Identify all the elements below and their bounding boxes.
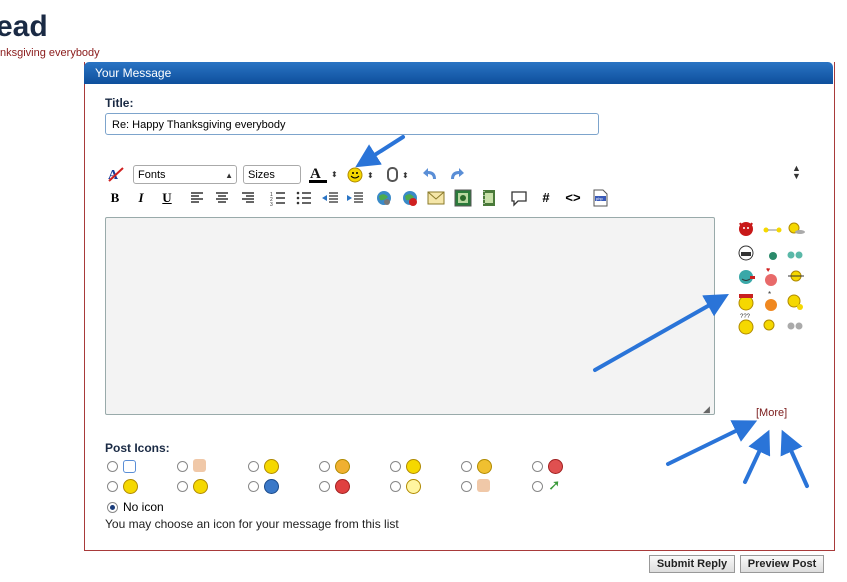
attachment-button[interactable]: ⬍ [385,165,413,185]
svg-text:php: php [596,196,603,201]
indent-icon[interactable] [346,190,364,211]
italic-button[interactable]: I [133,189,149,207]
no-icon-radio[interactable] [107,502,118,513]
smilie-eyes-icon [787,322,803,330]
align-left-icon[interactable] [189,190,205,211]
post-icons-label: Post Icons: [105,441,170,455]
smilie-wave-icon [788,222,805,234]
preview-post-button[interactable]: Preview Post [740,555,824,573]
svg-text:♥: ♥ [766,267,770,274]
size-select[interactable]: Sizes [243,165,301,184]
document-icon [123,460,136,473]
insert-video-icon[interactable] [481,189,497,212]
post-icon-radio[interactable] [107,461,118,472]
unordered-list-icon[interactable] [296,190,312,211]
frown-icon [477,459,492,474]
no-icon-label: No icon [123,500,164,514]
size-select-value: Sizes [248,169,275,181]
redo-icon[interactable] [447,165,465,183]
smilie-button[interactable]: ⬍ [346,165,378,185]
smilie-pair-icon [787,251,803,259]
font-select-value: Fonts [138,169,166,181]
svg-text:3: 3 [270,202,273,206]
align-center-icon[interactable] [214,190,230,211]
post-icon-radio[interactable] [390,481,401,492]
post-icon-radio[interactable] [532,481,543,492]
remove-link-icon[interactable] [401,189,419,212]
post-icon-radio[interactable] [461,461,472,472]
svg-text:*: * [768,290,771,299]
outdent-icon[interactable] [321,190,339,211]
post-icons-help: You may choose an icon for your message … [105,517,399,531]
underline-button[interactable]: U [159,189,175,207]
insert-email-icon[interactable] [427,191,445,210]
post-icon-radio[interactable] [177,461,188,472]
title-label: Title: [105,96,134,110]
svg-text:⬍: ⬍ [331,170,338,179]
post-icon-radio[interactable] [390,461,401,472]
more-smilies-link[interactable]: [More] [756,407,787,419]
smilie-grin-icon [738,245,754,261]
svg-text:⬍: ⬍ [367,171,374,180]
insert-image-icon[interactable] [454,189,472,212]
svg-text:A: A [310,166,321,182]
bold-button[interactable]: B [107,189,123,207]
smilie-chain-icon [763,227,782,233]
post-icon-radio[interactable] [107,481,118,492]
panel-header: Your Message [84,62,833,84]
smilie-blush-icon [763,319,775,331]
smilie-tongue-icon [739,270,755,284]
smilie-spark-icon: * [765,290,777,311]
smilie-side-icon [788,270,804,282]
smilie-green-icon [769,252,777,260]
exclamation-icon [335,479,350,494]
smilie-devil-icon [739,222,753,236]
undo-icon[interactable] [422,165,440,183]
post-icon-radio[interactable] [319,461,330,472]
post-icon-radio[interactable] [461,481,472,492]
smilie-worried-icon [787,294,803,310]
post-icon-radio[interactable] [177,481,188,492]
resize-toolbar-icon[interactable]: ▲ ▼ [792,164,806,184]
thumbs-down-icon [193,459,206,472]
wink-icon [335,459,350,474]
svg-text:⬍: ⬍ [402,171,409,180]
page-title: ead [0,10,48,43]
smilie-cowboy-icon [738,294,754,311]
thumbs-up-icon [477,479,490,492]
remove-format-icon[interactable]: A [107,165,125,183]
message-editor[interactable] [105,217,715,415]
insert-link-icon[interactable] [375,189,393,212]
smilie-grid: ♥ * ??? [738,220,808,341]
arrow-icon: ➚ [548,477,561,494]
smile-icon [264,459,279,474]
post-icon-radio[interactable] [248,461,259,472]
smilie-love-icon: ♥ [765,267,777,286]
post-icon-radio[interactable] [248,481,259,492]
angry-icon [548,459,563,474]
grin-icon [406,459,421,474]
submit-reply-button[interactable]: Submit Reply [649,555,735,573]
title-input[interactable]: Re: Happy Thanksgiving everybody [105,113,599,135]
php-code-icon[interactable]: php [592,189,608,212]
select-arrows-icon: ▲ [225,171,233,180]
font-select[interactable]: Fonts ▲ [133,165,237,184]
smilie-confused-icon: ??? [738,314,754,335]
wrap-hash-button[interactable]: # [538,189,554,207]
question-icon [264,479,279,494]
svg-text:???: ??? [740,314,751,320]
post-icon-radio[interactable] [319,481,330,492]
thread-subtitle: nksgiving everybody [0,47,100,59]
quote-icon[interactable] [510,189,528,212]
text-color-button[interactable]: A ⬍ [308,164,340,184]
align-right-icon[interactable] [240,190,256,211]
post-icon-radio[interactable] [532,461,543,472]
lightbulb-icon [406,479,421,494]
resize-handle-icon[interactable]: ◢ [703,404,710,415]
cool-icon [193,479,208,494]
ordered-list-icon[interactable]: 123 [270,190,286,211]
panel-header-title: Your Message [95,66,172,80]
wrap-code-button[interactable]: <> [563,189,583,207]
happy-icon [123,479,138,494]
